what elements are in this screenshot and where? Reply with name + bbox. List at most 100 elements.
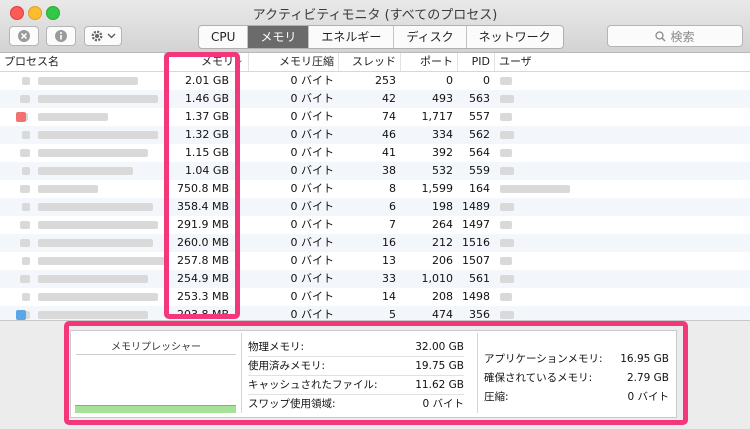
cell-pid: 562 [469, 128, 490, 141]
redacted-icon [20, 239, 30, 247]
stat-label: 物理メモリ: [248, 341, 305, 353]
redacted-process-name [38, 77, 138, 85]
redacted-icon [20, 149, 30, 157]
stat-value: 0 バイト [627, 391, 669, 403]
inspect-process-button[interactable] [46, 26, 76, 46]
memory-pressure-divider [76, 354, 236, 355]
search-placeholder: 検索 [670, 29, 695, 44]
cell-threads: 8 [389, 182, 396, 195]
redacted-process-name [38, 221, 158, 229]
stat-label: アプリケーションメモリ: [484, 353, 603, 365]
redacted-user [500, 77, 512, 85]
cell-compressed-memory: 0 バイト [290, 164, 335, 177]
cell-pid: 1498 [462, 290, 490, 303]
memory-pressure-title: メモリプレッシャー [111, 342, 201, 353]
table-row[interactable]: 253.3 MB 0 バイト 14 208 1498 [0, 288, 750, 306]
redacted-user [500, 113, 512, 121]
panel-divider [477, 333, 478, 413]
cell-compressed-memory: 0 バイト [290, 110, 335, 123]
redacted-user [500, 293, 512, 301]
cell-compressed-memory: 0 バイト [290, 92, 335, 105]
tab-energy[interactable]: エネルギー [309, 26, 395, 48]
cell-ports: 198 [432, 200, 453, 213]
cell-memory: 1.32 GB [184, 128, 229, 141]
tab-network[interactable]: ネットワーク [467, 26, 563, 48]
cell-memory: 203.8 MB [176, 308, 229, 320]
table-row[interactable]: 260.0 MB 0 バイト 16 212 1516 [0, 234, 750, 252]
redacted-user [500, 239, 514, 247]
redacted-icon [22, 77, 30, 85]
redacted-user [500, 167, 514, 175]
cell-threads: 14 [382, 290, 396, 303]
column-header-compressed-memory[interactable]: メモリ圧縮 [248, 53, 338, 71]
column-header-ports[interactable]: ポート [400, 53, 457, 71]
quit-process-button[interactable] [9, 26, 39, 46]
redacted-process-name [38, 293, 158, 301]
table-row[interactable]: 291.9 MB 0 バイト 7 264 1497 [0, 216, 750, 234]
cell-ports: 474 [432, 308, 453, 320]
cell-compressed-memory: 0 バイト [290, 200, 335, 213]
cell-ports: 334 [432, 128, 453, 141]
table-row[interactable]: 257.8 MB 0 バイト 13 206 1507 [0, 252, 750, 270]
cell-pid: 557 [469, 110, 490, 123]
process-table: プロセス名 メモリ ⌄ メモリ圧縮 スレッド ポート PID ユーザ 2.01 … [0, 53, 750, 320]
redacted-user [500, 275, 514, 283]
redacted-user [500, 311, 514, 319]
stat-value: 11.62 GB [415, 379, 464, 391]
cell-pid: 1489 [462, 200, 490, 213]
table-row[interactable]: 254.9 MB 0 バイト 33 1,010 561 [0, 270, 750, 288]
view-tabs: CPU メモリ エネルギー ディスク ネットワーク [198, 25, 564, 49]
table-row[interactable]: 203.8 MB 0 バイト 5 474 356 [0, 306, 750, 320]
app-icon [16, 310, 26, 320]
cell-memory: 254.9 MB [176, 272, 229, 285]
redacted-user [500, 185, 570, 193]
stat-value: 2.79 GB [626, 372, 669, 384]
table-row[interactable]: 1.15 GB 0 バイト 41 392 564 [0, 144, 750, 162]
redacted-icon [22, 203, 30, 211]
tab-cpu[interactable]: CPU [199, 26, 249, 48]
window-title: アクティビティモニタ (すべてのプロセス) [252, 8, 498, 23]
tab-disk[interactable]: ディスク [394, 26, 467, 48]
cell-compressed-memory: 0 バイト [290, 308, 335, 320]
cell-memory: 257.8 MB [176, 254, 229, 267]
cell-compressed-memory: 0 バイト [290, 254, 335, 267]
table-row[interactable]: 1.46 GB 0 バイト 42 493 563 [0, 90, 750, 108]
cell-ports: 0 [446, 74, 453, 87]
redacted-icon [20, 275, 30, 283]
cell-memory: 750.8 MB [176, 182, 229, 195]
cell-compressed-memory: 0 バイト [290, 218, 335, 231]
memory-pressure-graph [75, 405, 236, 413]
cell-pid: 563 [469, 92, 490, 105]
cell-pid: 356 [469, 308, 490, 320]
table-row[interactable]: 358.4 MB 0 バイト 6 198 1489 [0, 198, 750, 216]
action-menu-button[interactable] [84, 26, 122, 46]
stat-value: 0 バイト [422, 398, 464, 410]
process-rows: 2.01 GB 0 バイト 253 0 0 1.46 GB 0 バイト 42 493 563 1.3… [0, 72, 750, 320]
redacted-user [500, 257, 512, 265]
table-row[interactable]: 2.01 GB 0 バイト 253 0 0 [0, 72, 750, 90]
column-header-memory[interactable]: メモリ ⌄ [164, 53, 248, 71]
panel-divider [241, 333, 242, 413]
redacted-process-name [38, 203, 153, 211]
column-header-user[interactable]: ユーザ [494, 53, 750, 71]
cell-ports: 1,010 [421, 272, 454, 285]
tab-memory[interactable]: メモリ [248, 26, 310, 48]
column-header-threads[interactable]: スレッド [338, 53, 400, 71]
toolbar: アクティビティモニタ (すべてのプロセス) CPU メモリ エネルギー ディスク… [0, 0, 750, 53]
cell-compressed-memory: 0 バイト [290, 236, 335, 249]
redacted-icon [22, 131, 30, 139]
table-row[interactable]: 1.32 GB 0 バイト 46 334 562 [0, 126, 750, 144]
table-row[interactable]: 750.8 MB 0 バイト 8 1,599 164 [0, 180, 750, 198]
search-field[interactable]: 検索 [607, 25, 743, 47]
gear-icon [91, 30, 103, 42]
redacted-user [500, 131, 514, 139]
cell-threads: 253 [375, 74, 396, 87]
cell-threads: 16 [382, 236, 396, 249]
cell-ports: 206 [432, 254, 453, 267]
table-row[interactable]: 1.04 GB 0 バイト 38 532 559 [0, 162, 750, 180]
cell-threads: 6 [389, 200, 396, 213]
table-row[interactable]: 1.37 GB 0 バイト 74 1,717 557 [0, 108, 750, 126]
cell-threads: 42 [382, 92, 396, 105]
column-header-process-name[interactable]: プロセス名 [0, 53, 164, 71]
column-header-pid[interactable]: PID [457, 53, 494, 71]
